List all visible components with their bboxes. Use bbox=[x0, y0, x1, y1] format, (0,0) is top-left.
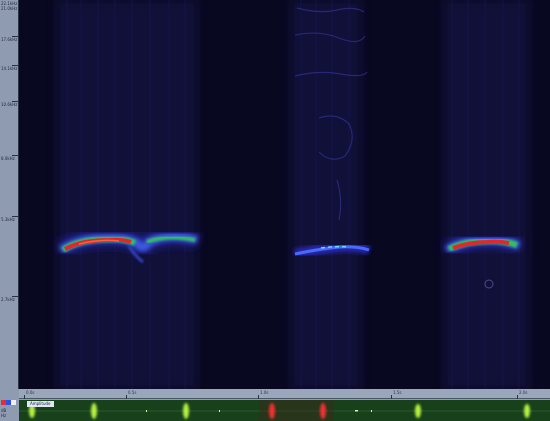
time-label: 2.0s bbox=[519, 390, 528, 395]
waveform-panel[interactable]: Amplitude bbox=[19, 400, 550, 421]
time-label: 0.0s bbox=[26, 390, 35, 395]
time-tick bbox=[24, 395, 25, 399]
freq-label: 17.6kHz bbox=[1, 37, 18, 42]
freq-label: 21.0kHz bbox=[1, 6, 18, 11]
time-label: 1.0s bbox=[260, 390, 269, 395]
spectrogram-viewer: 22.1kHz 21.0kHz 17.6kHz 14.1kHz 10.6kHz … bbox=[0, 0, 550, 421]
legend-label: Hz bbox=[1, 413, 7, 418]
spectrogram-canvas[interactable] bbox=[19, 0, 550, 389]
freq-label: 10.6kHz bbox=[1, 102, 18, 107]
time-ruler[interactable]: 0.0s 0.5s 1.0s 1.5s 2.0s bbox=[19, 389, 550, 399]
freq-label: 5.3kHz bbox=[1, 217, 15, 222]
legend-swatch-neutral bbox=[11, 400, 16, 405]
waveform-image bbox=[19, 400, 550, 421]
amplitude-tag: Amplitude bbox=[27, 401, 54, 407]
time-label: 0.5s bbox=[128, 390, 137, 395]
spectrogram-image bbox=[57, 0, 529, 389]
bottom-panel: 0.0s 0.5s 1.0s 1.5s 2.0s dB Hz Amplitude bbox=[0, 389, 550, 421]
color-legend: dB Hz bbox=[1, 400, 18, 420]
time-tick bbox=[126, 395, 127, 399]
noise-columns bbox=[57, 0, 529, 389]
time-label: 1.5s bbox=[393, 390, 402, 395]
time-tick bbox=[391, 395, 392, 399]
frequency-axis: 22.1kHz 21.0kHz 17.6kHz 14.1kHz 10.6kHz … bbox=[0, 0, 19, 389]
freq-label: 8.0kHz bbox=[1, 156, 15, 161]
freq-label: 14.1kHz bbox=[1, 66, 18, 71]
freq-label: 2.7kHz bbox=[1, 297, 15, 302]
time-tick bbox=[517, 395, 518, 399]
time-tick bbox=[258, 395, 259, 399]
